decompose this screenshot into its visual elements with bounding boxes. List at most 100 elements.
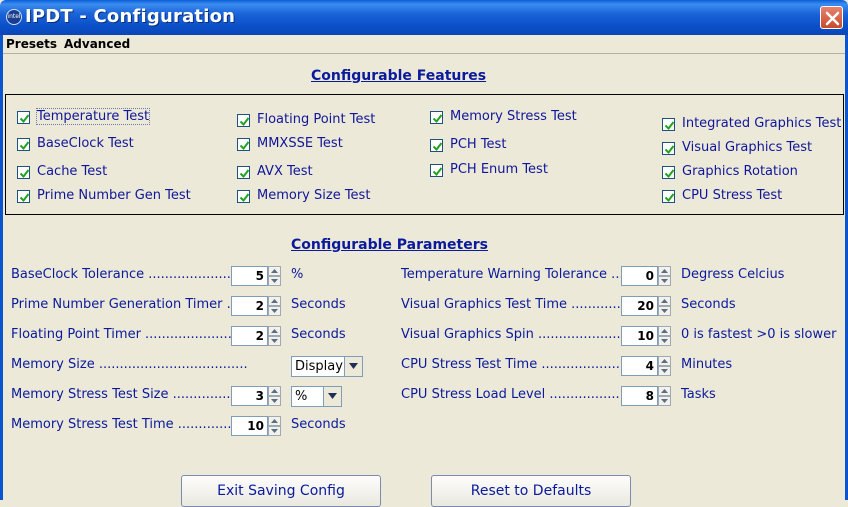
spinner-value[interactable]: 2 (231, 296, 268, 316)
spinner-value[interactable]: 2 (231, 326, 268, 346)
check-icon (664, 121, 675, 131)
config-panel: Configurable Features Temperature Test B… (3, 55, 845, 507)
spinner-down-button[interactable] (268, 336, 281, 346)
spinner-up-button[interactable] (268, 416, 281, 426)
spinner-down-button[interactable] (658, 336, 671, 346)
checkbox-box[interactable] (237, 114, 250, 127)
reset-to-defaults-button[interactable]: Reset to Defaults (431, 475, 631, 507)
menu-advanced[interactable]: Advanced (64, 37, 130, 51)
arrow-up-icon (661, 299, 668, 303)
param-label: CPU Stress Load Level ..................… (401, 387, 628, 402)
param-label: Memory Stress Test Time .............. (11, 417, 236, 432)
param-label: CPU Stress Test Time ...................… (401, 357, 624, 372)
check-icon (19, 141, 30, 151)
spinner-value[interactable]: 0 (621, 266, 658, 286)
prime-number-timer-spinner[interactable]: 2 (231, 296, 281, 316)
baseclock-tolerance-spinner[interactable]: 5 (231, 266, 281, 286)
spinner-value[interactable]: 10 (231, 416, 268, 436)
menu-presets[interactable]: Presets (6, 37, 57, 51)
memory-stress-unit-dropdown[interactable]: % (291, 386, 342, 407)
arrow-up-icon (661, 359, 668, 363)
spinner-up-button[interactable] (658, 266, 671, 276)
spinner-value[interactable]: 8 (621, 386, 658, 406)
spinner-down-button[interactable] (658, 306, 671, 316)
check-icon (239, 141, 250, 151)
arrow-down-icon (271, 429, 278, 433)
spinner-value[interactable]: 5 (231, 266, 268, 286)
checkbox-label: AVX Test (257, 164, 313, 179)
checkbox-box[interactable] (17, 190, 30, 203)
spinner-up-button[interactable] (268, 386, 281, 396)
arrow-up-icon (271, 269, 278, 273)
check-icon (239, 169, 250, 179)
checkbox-box[interactable] (17, 138, 30, 151)
spinner-down-button[interactable] (268, 396, 281, 406)
close-icon (825, 11, 840, 26)
spinner-down-button[interactable] (658, 276, 671, 286)
floating-point-timer-spinner[interactable]: 2 (231, 326, 281, 346)
title-bar[interactable]: intel IPDT - Configuration (0, 0, 848, 35)
spinner-value[interactable]: 3 (231, 386, 268, 406)
spinner-up-button[interactable] (268, 296, 281, 306)
param-label: BaseClock Tolerance ....................… (11, 267, 240, 282)
spinner-value[interactable]: 20 (621, 296, 658, 316)
check-icon (664, 193, 675, 203)
memory-stress-time-spinner[interactable]: 10 (231, 416, 281, 436)
check-icon (664, 169, 675, 179)
spinner-up-button[interactable] (268, 326, 281, 336)
menu-separator (3, 53, 845, 54)
spinner-value[interactable]: 10 (621, 326, 658, 346)
checkbox-label: MMXSSE Test (257, 136, 343, 151)
unit-label: Tasks (681, 387, 716, 402)
spinner-down-button[interactable] (268, 306, 281, 316)
close-button[interactable] (820, 6, 843, 29)
checkbox-box[interactable] (662, 118, 675, 131)
checkbox-label: Floating Point Test (257, 112, 376, 127)
checkbox-box[interactable] (662, 166, 675, 179)
spinner-down-button[interactable] (268, 276, 281, 286)
checkbox-box[interactable] (17, 111, 30, 124)
cpu-stress-time-spinner[interactable]: 4 (621, 356, 671, 376)
spinner-down-button[interactable] (658, 396, 671, 406)
memory-stress-size-spinner[interactable]: 3 (231, 386, 281, 406)
exit-saving-config-button[interactable]: Exit Saving Config (181, 475, 381, 507)
check-icon (19, 169, 30, 179)
spinner-up-button[interactable] (268, 266, 281, 276)
dropdown-value: Display (295, 359, 343, 374)
dropdown-button[interactable] (344, 357, 362, 376)
checkbox-box[interactable] (237, 138, 250, 151)
temperature-warning-spinner[interactable]: 0 (621, 266, 671, 286)
spinner-up-button[interactable] (658, 386, 671, 396)
checkbox-label: Graphics Rotation (682, 164, 798, 179)
visual-graphics-spin-spinner[interactable]: 10 (621, 326, 671, 346)
arrow-up-icon (661, 269, 668, 273)
checkbox-label: Cache Test (37, 164, 108, 179)
check-icon (432, 167, 443, 177)
checkbox-box[interactable] (662, 142, 675, 155)
arrow-down-icon (271, 339, 278, 343)
dropdown-button[interactable] (323, 387, 341, 406)
visual-graphics-time-spinner[interactable]: 20 (621, 296, 671, 316)
spinner-up-button[interactable] (658, 296, 671, 306)
check-icon (664, 145, 675, 155)
spinner-down-button[interactable] (268, 426, 281, 436)
checkbox-box[interactable] (662, 190, 675, 203)
checkbox-box[interactable] (237, 190, 250, 203)
spinner-down-button[interactable] (658, 366, 671, 376)
checkbox-box[interactable] (237, 166, 250, 179)
spinner-value[interactable]: 4 (621, 356, 658, 376)
checkbox-label: Memory Stress Test (450, 109, 577, 124)
spinner-up-button[interactable] (658, 326, 671, 336)
checkbox-box[interactable] (430, 139, 443, 152)
checkbox-label: Prime Number Gen Test (37, 188, 191, 203)
checkbox-box[interactable] (17, 166, 30, 179)
param-label: Temperature Warning Tolerance .... (401, 267, 628, 282)
checkbox-box[interactable] (430, 164, 443, 177)
checkbox-box[interactable] (430, 111, 443, 124)
memory-size-dropdown[interactable]: Display (291, 356, 363, 377)
cpu-stress-load-spinner[interactable]: 8 (621, 386, 671, 406)
features-box: Temperature Test BaseClock Test Cache Te… (5, 94, 844, 215)
param-label: Memory Stress Test Size ............... (11, 387, 235, 402)
check-icon (19, 114, 30, 124)
spinner-up-button[interactable] (658, 356, 671, 366)
